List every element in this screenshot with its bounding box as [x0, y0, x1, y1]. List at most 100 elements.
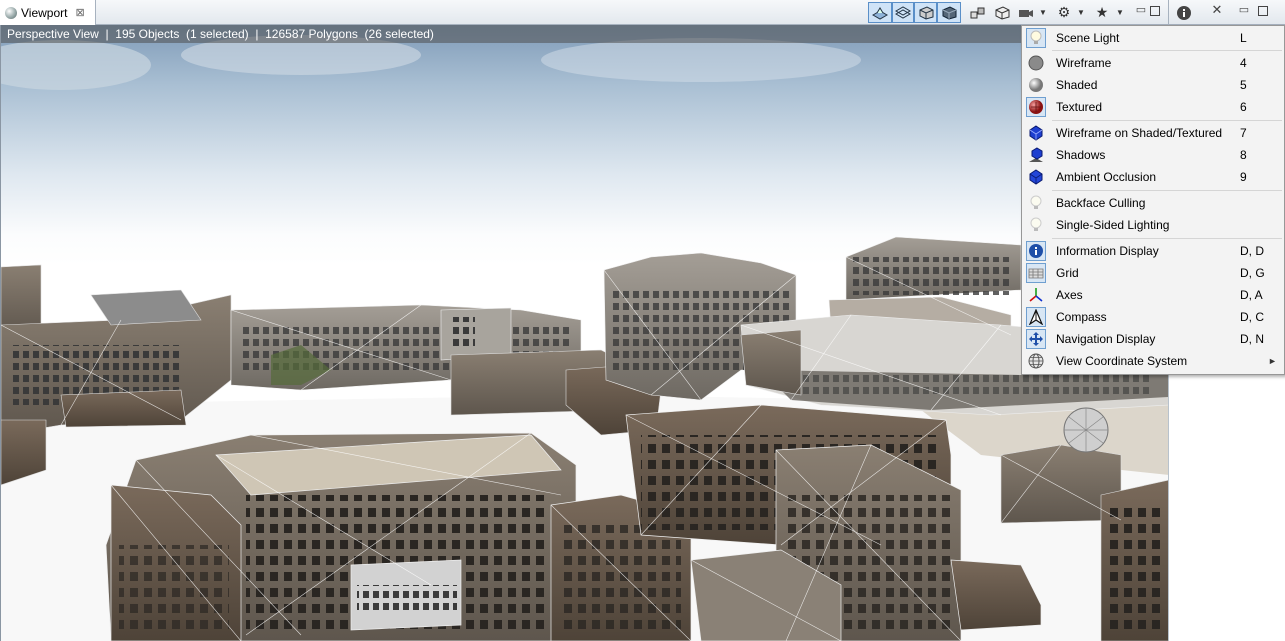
globe-icon [1026, 351, 1046, 371]
camera-dropdown-icon[interactable]: ▼ [1039, 8, 1047, 17]
menu-item-label: Grid [1056, 266, 1079, 280]
menu-item-label: Ambient Occlusion [1056, 170, 1157, 184]
menu-item-shortcut: D, C [1240, 310, 1264, 324]
camera-button[interactable] [1016, 2, 1036, 23]
menu-separator [1052, 50, 1282, 51]
tab-title: Viewport [21, 5, 68, 20]
menu-item-shadows[interactable]: Shadows 8 [1022, 144, 1284, 166]
shaded-sphere-icon [1026, 75, 1046, 95]
menu-separator [1052, 120, 1282, 121]
menu-item-shortcut: 5 [1240, 78, 1247, 92]
render-mode-wireframe-button[interactable] [892, 2, 914, 23]
menu-item-label: Compass [1056, 310, 1107, 324]
cubes-icon [970, 7, 985, 18]
city-scene [1, 35, 1168, 641]
bookmarks-dropdown-icon[interactable]: ▼ [1116, 8, 1124, 17]
submenu-arrow-icon: ► [1268, 356, 1277, 366]
menu-item-shortcut: D, D [1240, 244, 1264, 258]
menu-item-label: Navigation Display [1056, 332, 1156, 346]
menu-item-textured[interactable]: Textured 6 [1022, 96, 1284, 118]
menu-item-label: Wireframe [1056, 56, 1112, 70]
menu-item-information-display[interactable]: Information Display D, D [1022, 240, 1284, 262]
tab-close-icon[interactable]: ⊠ [75, 6, 84, 19]
menu-item-label: Textured [1056, 100, 1103, 114]
viewport-status-bar: Perspective View | 195 Objects (1 select… [1, 25, 1168, 43]
menu-item-shortcut: D, A [1240, 288, 1263, 302]
menu-item-shaded[interactable]: Shaded 5 [1022, 74, 1284, 96]
ao-cube-icon [1026, 167, 1046, 187]
panel-minimize-icon[interactable]: ▭ [1237, 4, 1251, 18]
settings-button[interactable]: ⚙ [1054, 2, 1074, 23]
menu-item-wireframe-on-shaded[interactable]: Wireframe on Shaded/Textured 7 [1022, 122, 1284, 144]
menu-item-compass[interactable]: Compass D, C [1022, 306, 1284, 328]
menu-separator [1052, 190, 1282, 191]
viewport-canvas[interactable]: Perspective View | 195 Objects (1 select… [0, 25, 1168, 641]
objects-button[interactable] [968, 2, 988, 23]
render-mode-shaded-button[interactable] [914, 2, 937, 23]
menu-item-label: Information Display [1056, 244, 1159, 258]
minimize-icon[interactable]: ▭ [1134, 4, 1148, 18]
maximize-icon[interactable] [1150, 6, 1160, 16]
shadow-cube-icon [1026, 145, 1046, 165]
menu-item-label: Shadows [1056, 148, 1106, 162]
info-panel-button[interactable] [1174, 2, 1194, 23]
menu-item-shortcut: D, G [1240, 266, 1265, 280]
snapshot-button[interactable] [992, 2, 1012, 23]
menu-item-label: Scene Light [1056, 31, 1120, 45]
display-options-menu: Scene Light L Wireframe 4 Shaded 5 Textu… [1021, 25, 1285, 375]
bulb-icon [1026, 28, 1046, 48]
menu-separator [1052, 238, 1282, 239]
toolbar: Viewport ⊠ ▼ ⚙ ▼ ★ ▼ ▭ ✕ ▭ [0, 0, 1285, 25]
layer-flat-icon [872, 6, 888, 20]
menu-item-shortcut: 9 [1240, 170, 1247, 184]
panel-maximize-icon[interactable] [1258, 6, 1268, 16]
menu-item-shortcut: 8 [1240, 148, 1247, 162]
menu-item-backface-culling[interactable]: Backface Culling [1022, 192, 1284, 214]
menu-item-axes[interactable]: Axes D, A [1022, 284, 1284, 306]
menu-item-ambient-occlusion[interactable]: Ambient Occlusion 9 [1022, 166, 1284, 188]
box-shaded-icon [919, 5, 933, 20]
menu-item-scene-light[interactable]: Scene Light L [1022, 27, 1284, 49]
info-icon [1026, 241, 1046, 261]
menu-item-view-coordinate-system[interactable]: View Coordinate System ► [1022, 350, 1284, 372]
menu-item-label: Backface Culling [1056, 196, 1146, 210]
grid-icon [1026, 263, 1046, 283]
textured-sphere-icon [1026, 97, 1046, 117]
box-textured-icon [942, 5, 957, 20]
info-circle-icon [1177, 5, 1191, 20]
menu-item-single-sided-lighting[interactable]: Single-Sided Lighting [1022, 214, 1284, 236]
axes-icon [1026, 285, 1046, 305]
menu-item-label: Axes [1056, 288, 1083, 302]
navigation-icon [1026, 329, 1046, 349]
gear-icon: ⚙ [1057, 4, 1071, 20]
menu-item-grid[interactable]: Grid D, G [1022, 262, 1284, 284]
bulb-icon [1026, 215, 1046, 235]
star-icon: ★ [1095, 4, 1109, 20]
render-mode-textured-button[interactable] [937, 2, 961, 23]
menu-item-label: View Coordinate System [1056, 354, 1188, 368]
menu-item-label: Single-Sided Lighting [1056, 218, 1170, 232]
menu-item-shortcut: L [1240, 31, 1247, 45]
camera-icon [1019, 9, 1033, 17]
menu-item-shortcut: 4 [1240, 56, 1247, 70]
menu-item-label: Shaded [1056, 78, 1098, 92]
gray-sphere-icon [1026, 53, 1046, 73]
settings-dropdown-icon[interactable]: ▼ [1077, 8, 1085, 17]
menu-item-label: Wireframe on Shaded/Textured [1056, 126, 1223, 140]
panel-close-icon[interactable]: ✕ [1210, 3, 1224, 18]
bookmarks-button[interactable]: ★ [1092, 2, 1112, 23]
menu-item-shortcut: D, N [1240, 332, 1264, 346]
menu-item-shortcut: 7 [1240, 126, 1247, 140]
blue-cube-icon [1026, 123, 1046, 143]
box-icon [995, 5, 1010, 20]
bulb-icon [1026, 193, 1046, 213]
menu-item-shortcut: 6 [1240, 100, 1247, 114]
tab-viewport[interactable]: Viewport ⊠ [0, 0, 96, 25]
compass-icon [1026, 307, 1046, 327]
layer-wire-icon [895, 5, 911, 19]
menu-item-navigation-display[interactable]: Navigation Display D, N [1022, 328, 1284, 350]
viewport-sphere-icon [5, 6, 17, 19]
render-mode-flat-button[interactable] [868, 2, 892, 23]
app-window: Viewport ⊠ ▼ ⚙ ▼ ★ ▼ ▭ ✕ ▭ Perspective V… [0, 0, 1285, 641]
menu-item-wireframe[interactable]: Wireframe 4 [1022, 52, 1284, 74]
